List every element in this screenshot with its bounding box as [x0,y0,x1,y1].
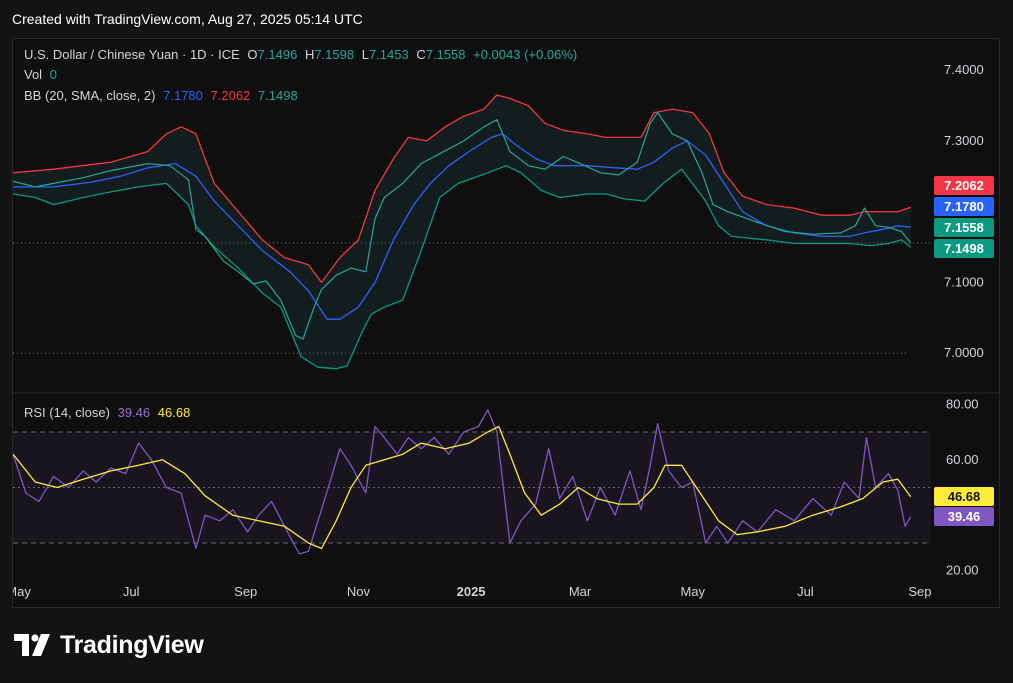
bollinger-legend: BB (20, SMA, close, 2) 7.1780 7.2062 7.1… [24,88,302,103]
close-label: C [416,47,426,62]
rsi-tag: 39.46 [934,507,994,526]
time-tick-label: 2025 [457,584,486,599]
price-tag-2: 7.1558 [934,218,994,237]
time-tick-label: May [680,584,705,599]
rsi-tick-label: 20.00 [946,563,979,578]
tradingview-logo-icon [14,634,50,656]
open-value: 7.1496 [257,47,298,62]
rsi-tag: 46.68 [934,487,994,506]
brand-footer: TradingView [14,630,204,660]
price-tick-label: 7.3000 [944,133,984,148]
price-tag-0: 7.2062 [934,176,994,195]
series-bb-lower [13,165,912,370]
rsi-value: 39.46 [117,405,151,420]
bollinger-band-fill [13,95,911,369]
change-value: +0.0043 (+0.06%) [473,47,578,62]
low-label: L [361,47,369,62]
grid-layer [13,242,999,544]
chart-frame[interactable]: 7.4000 7.3000 7.1000 7.0000 80.00 60.00 20.00 M… [12,38,1000,608]
bollinger-upper-value: 7.2062 [210,88,251,103]
rsi-ma-value: 46.68 [157,405,191,420]
rsi-legend: RSI (14, close) 39.46 46.68 [24,405,194,420]
rsi-tick-label: 60.00 [946,452,979,467]
time-tick-label: Sep [908,584,931,599]
time-tick-label: Nov [347,584,371,599]
time-tick-label: Mar [569,584,592,599]
time-tick-label: Jul [797,584,814,599]
price-tick-label: 7.0000 [944,345,984,360]
high-label: H [304,47,315,62]
price-tag-3: 7.1498 [934,239,994,258]
volume-value: 0 [49,67,57,82]
price-tick-label: 7.4000 [944,62,984,77]
bollinger-label: BB (20, SMA, close, 2) [24,88,156,103]
bollinger-band-area [13,95,911,369]
bollinger-lower-value: 7.1498 [257,88,298,103]
brand-name: TradingView [60,630,204,659]
low-value: 7.1453 [368,47,409,62]
rsi-label: RSI (14, close) [24,405,110,420]
volume-legend: Vol 0 [24,67,61,82]
volume-label: Vol [24,67,43,82]
header-bar: Created with TradingView.com, Aug 27, 20… [0,0,1013,38]
time-tick-label: May [13,584,31,599]
symbol-legend: U.S. Dollar / Chinese Yuan · 1D · ICE O7… [24,47,581,62]
high-value: 7.1598 [314,47,355,62]
open-label: O [247,47,258,62]
bollinger-basis-value: 7.1780 [163,88,203,103]
time-tick-label: Jul [123,584,140,599]
created-with-text: Created with TradingView.com, Aug 27, 20… [12,11,363,27]
time-tick-label: Sep [234,584,257,599]
chart-canvas[interactable]: 7.4000 7.3000 7.1000 7.0000 80.00 60.00 20.00 M… [13,39,999,607]
rsi-tick-label: 80.00 [946,396,979,411]
price-tick-label: 7.1000 [944,274,984,289]
symbol-title: U.S. Dollar / Chinese Yuan · 1D · ICE [24,47,240,62]
price-tag-1: 7.1780 [934,197,994,216]
close-value: 7.1558 [425,47,466,62]
